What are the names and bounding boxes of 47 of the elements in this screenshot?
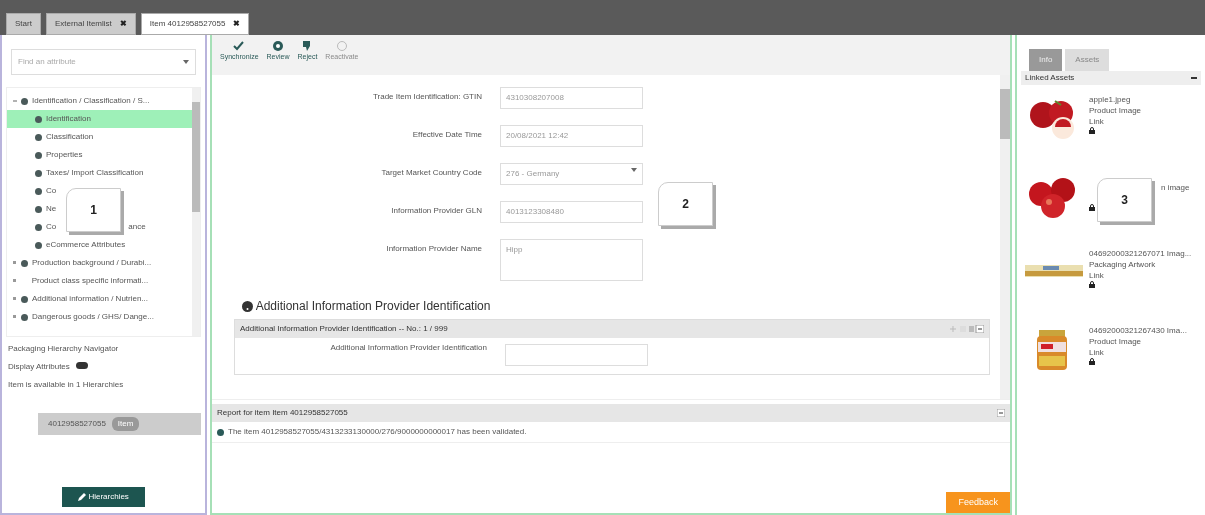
close-icon[interactable]: ✖ (233, 18, 241, 30)
tree-item[interactable]: Additional information / Nutrien... (7, 290, 149, 308)
tree-item[interactable]: Identification (7, 110, 192, 128)
asset-name: apple1.jpeg (1089, 95, 1132, 106)
tree-item[interactable]: Properties (7, 146, 83, 164)
field-label: Information Provider GLN (390, 205, 483, 217)
asset-link[interactable]: Link (1089, 270, 1192, 282)
tab[interactable]: External Itemlist ✖ (45, 13, 136, 35)
tree-item[interactable]: eCommerce Attributes (7, 236, 126, 254)
tab[interactable]: Item 4012958527055 ✖ (140, 13, 250, 35)
field-label: Information Provider Name (385, 243, 483, 255)
badge: Item (111, 417, 140, 431)
toggle-label: Display Attributes (8, 362, 70, 371)
asset-link[interactable]: Link (1089, 116, 1142, 128)
report-title: Report for item Item 4012958527055 (217, 407, 348, 419)
close-icon[interactable]: ✖ (119, 18, 127, 30)
panel-title: Linked Assets (1025, 72, 1075, 84)
callout-tooltip: 1 (66, 188, 121, 232)
callout-tooltip: 2 (658, 182, 713, 226)
asset-link[interactable]: Link (1089, 347, 1187, 359)
asset-name: 04692000321267430 Ima... (1089, 326, 1187, 337)
asset-type: Packaging Artwork (1089, 259, 1157, 271)
section-heading: Additional Information Provider Identification (254, 299, 491, 313)
tree-item[interactable]: Identification / Classification / S... (7, 92, 150, 110)
panel-title: Additional Information Provider Identification -- No.: 1 / 999 (240, 323, 448, 335)
tree-item[interactable]: Co (7, 182, 57, 200)
callout-tooltip: 3 (1097, 178, 1152, 222)
hierarchy-node[interactable]: 4012958527055 Item (38, 413, 201, 435)
field-label: Target Market Country Code (380, 167, 483, 179)
availability-text: Item is available in 1 Hierarchies (8, 379, 125, 391)
tab[interactable]: Start (6, 13, 41, 35)
tree-item[interactable]: Classification (7, 128, 94, 146)
asset-name: 04692000321267071 Imag... (1089, 249, 1192, 260)
tree-item[interactable]: Dangerous goods / GHS/ Dange... (7, 308, 154, 326)
tree-item[interactable]: Taxes/ Import Classification (7, 164, 144, 182)
asset-type: Product Image (1089, 336, 1143, 348)
field-label: Effective Date Time (411, 129, 483, 141)
tree-item[interactable]: Product class specific informati... (7, 272, 149, 290)
tree-item[interactable]: Production background / Durabi... (7, 254, 152, 272)
field-label: Trade Item Identification: GTIN (371, 91, 483, 103)
section-title: Packaging Hierarchy Navigator (8, 343, 120, 355)
asset-type: n image (1161, 182, 1190, 194)
report-message: The item 4012958527055/4313233130000/276/9000000000017 has been validated. (228, 426, 527, 438)
hierarchies-button[interactable]: Hierarchies (62, 487, 145, 507)
field-label: Additional Information Provider Identification (329, 344, 488, 353)
tree-item[interactable]: Ne (7, 200, 57, 218)
asset-type: Product Image (1089, 105, 1142, 117)
